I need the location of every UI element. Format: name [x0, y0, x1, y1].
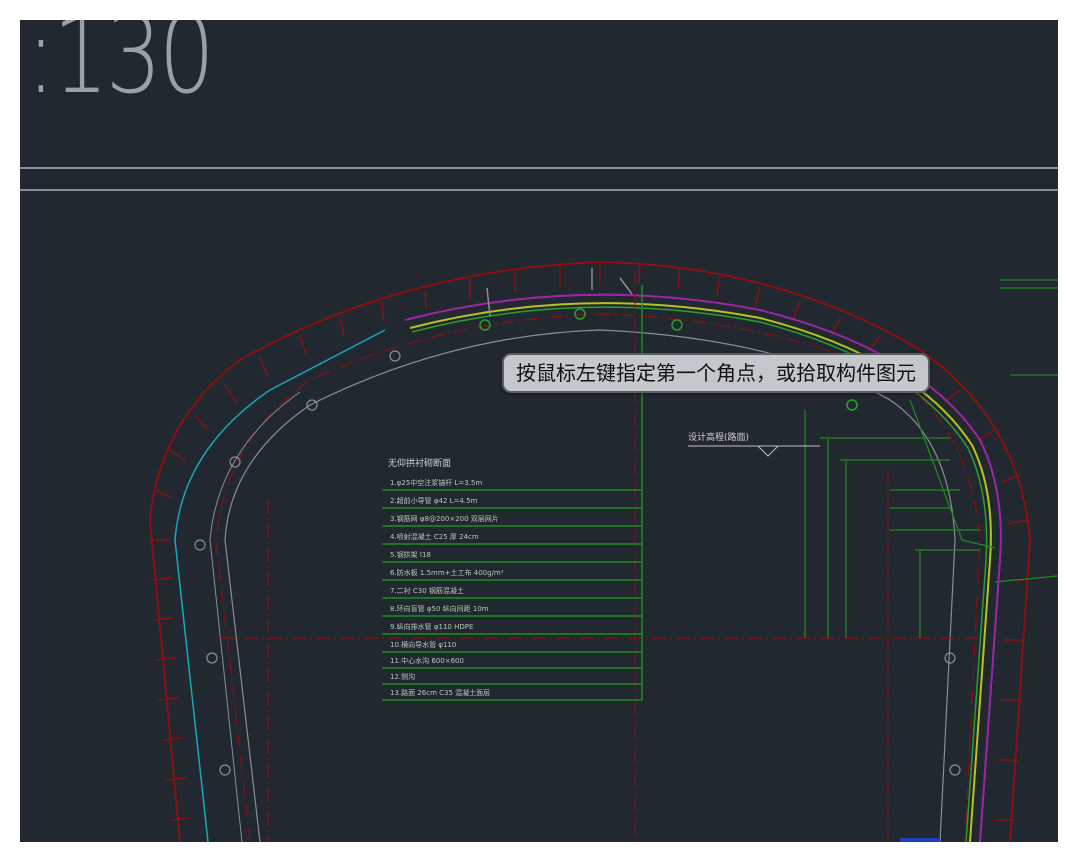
- drainage-circles: [194, 350, 961, 776]
- legend-row: 8.环向盲管 φ50 纵向间距 10m: [390, 605, 489, 613]
- legend-row: 6.防水板 1.5mm+土工布 400g/m²: [390, 569, 504, 577]
- design-contour-dashdot: [215, 313, 981, 842]
- legend-row: 11.中心水沟 600×600: [390, 657, 464, 665]
- cyan-lining-segment: [174, 329, 386, 842]
- legend-row: 4.喷射混凝土 C25 厚 24cm: [390, 533, 479, 541]
- excavation-outline: [148, 260, 1032, 842]
- legend-title: 无仰拱衬砌断面: [388, 459, 452, 469]
- excavation-hatch-marks: [150, 262, 1029, 821]
- legend-row: 13.路面 26cm C35 混凝土面层: [390, 689, 491, 697]
- legend-row: 1.φ25中空注浆锚杆 L=3.5m: [390, 479, 483, 487]
- tunnel-section-drawing[interactable]: [20, 20, 1058, 842]
- command-prompt-tooltip: 按鼠标左键指定第一个角点，或拾取构件图元: [502, 353, 930, 393]
- legend-row: 2.超前小导管 φ42 L=4.5m: [390, 497, 478, 505]
- legend-row: 12.侧沟: [390, 673, 416, 681]
- dimension-lines: [804, 279, 1058, 638]
- elevation-label: 设计高程(路面): [688, 433, 750, 443]
- legend-row: 3.钢筋网 φ8@200×200 双层网片: [390, 515, 499, 523]
- legend-row: 7.二衬 C30 钢筋混凝土: [390, 587, 464, 595]
- legend-row: 5.钢拱架 I18: [390, 551, 431, 559]
- blue-marker: [900, 838, 940, 842]
- legend-row: 10.横向导水管 φ110: [390, 641, 457, 649]
- cad-drawing-canvas[interactable]: :130 设计高程(路面) 无仰拱衬砌断面 1.φ25中空注浆锚杆 L=3.5m…: [20, 20, 1058, 842]
- elevation-triangle: [756, 445, 780, 457]
- legend-row: 9.纵向排水管 φ110 HDPE: [390, 623, 474, 631]
